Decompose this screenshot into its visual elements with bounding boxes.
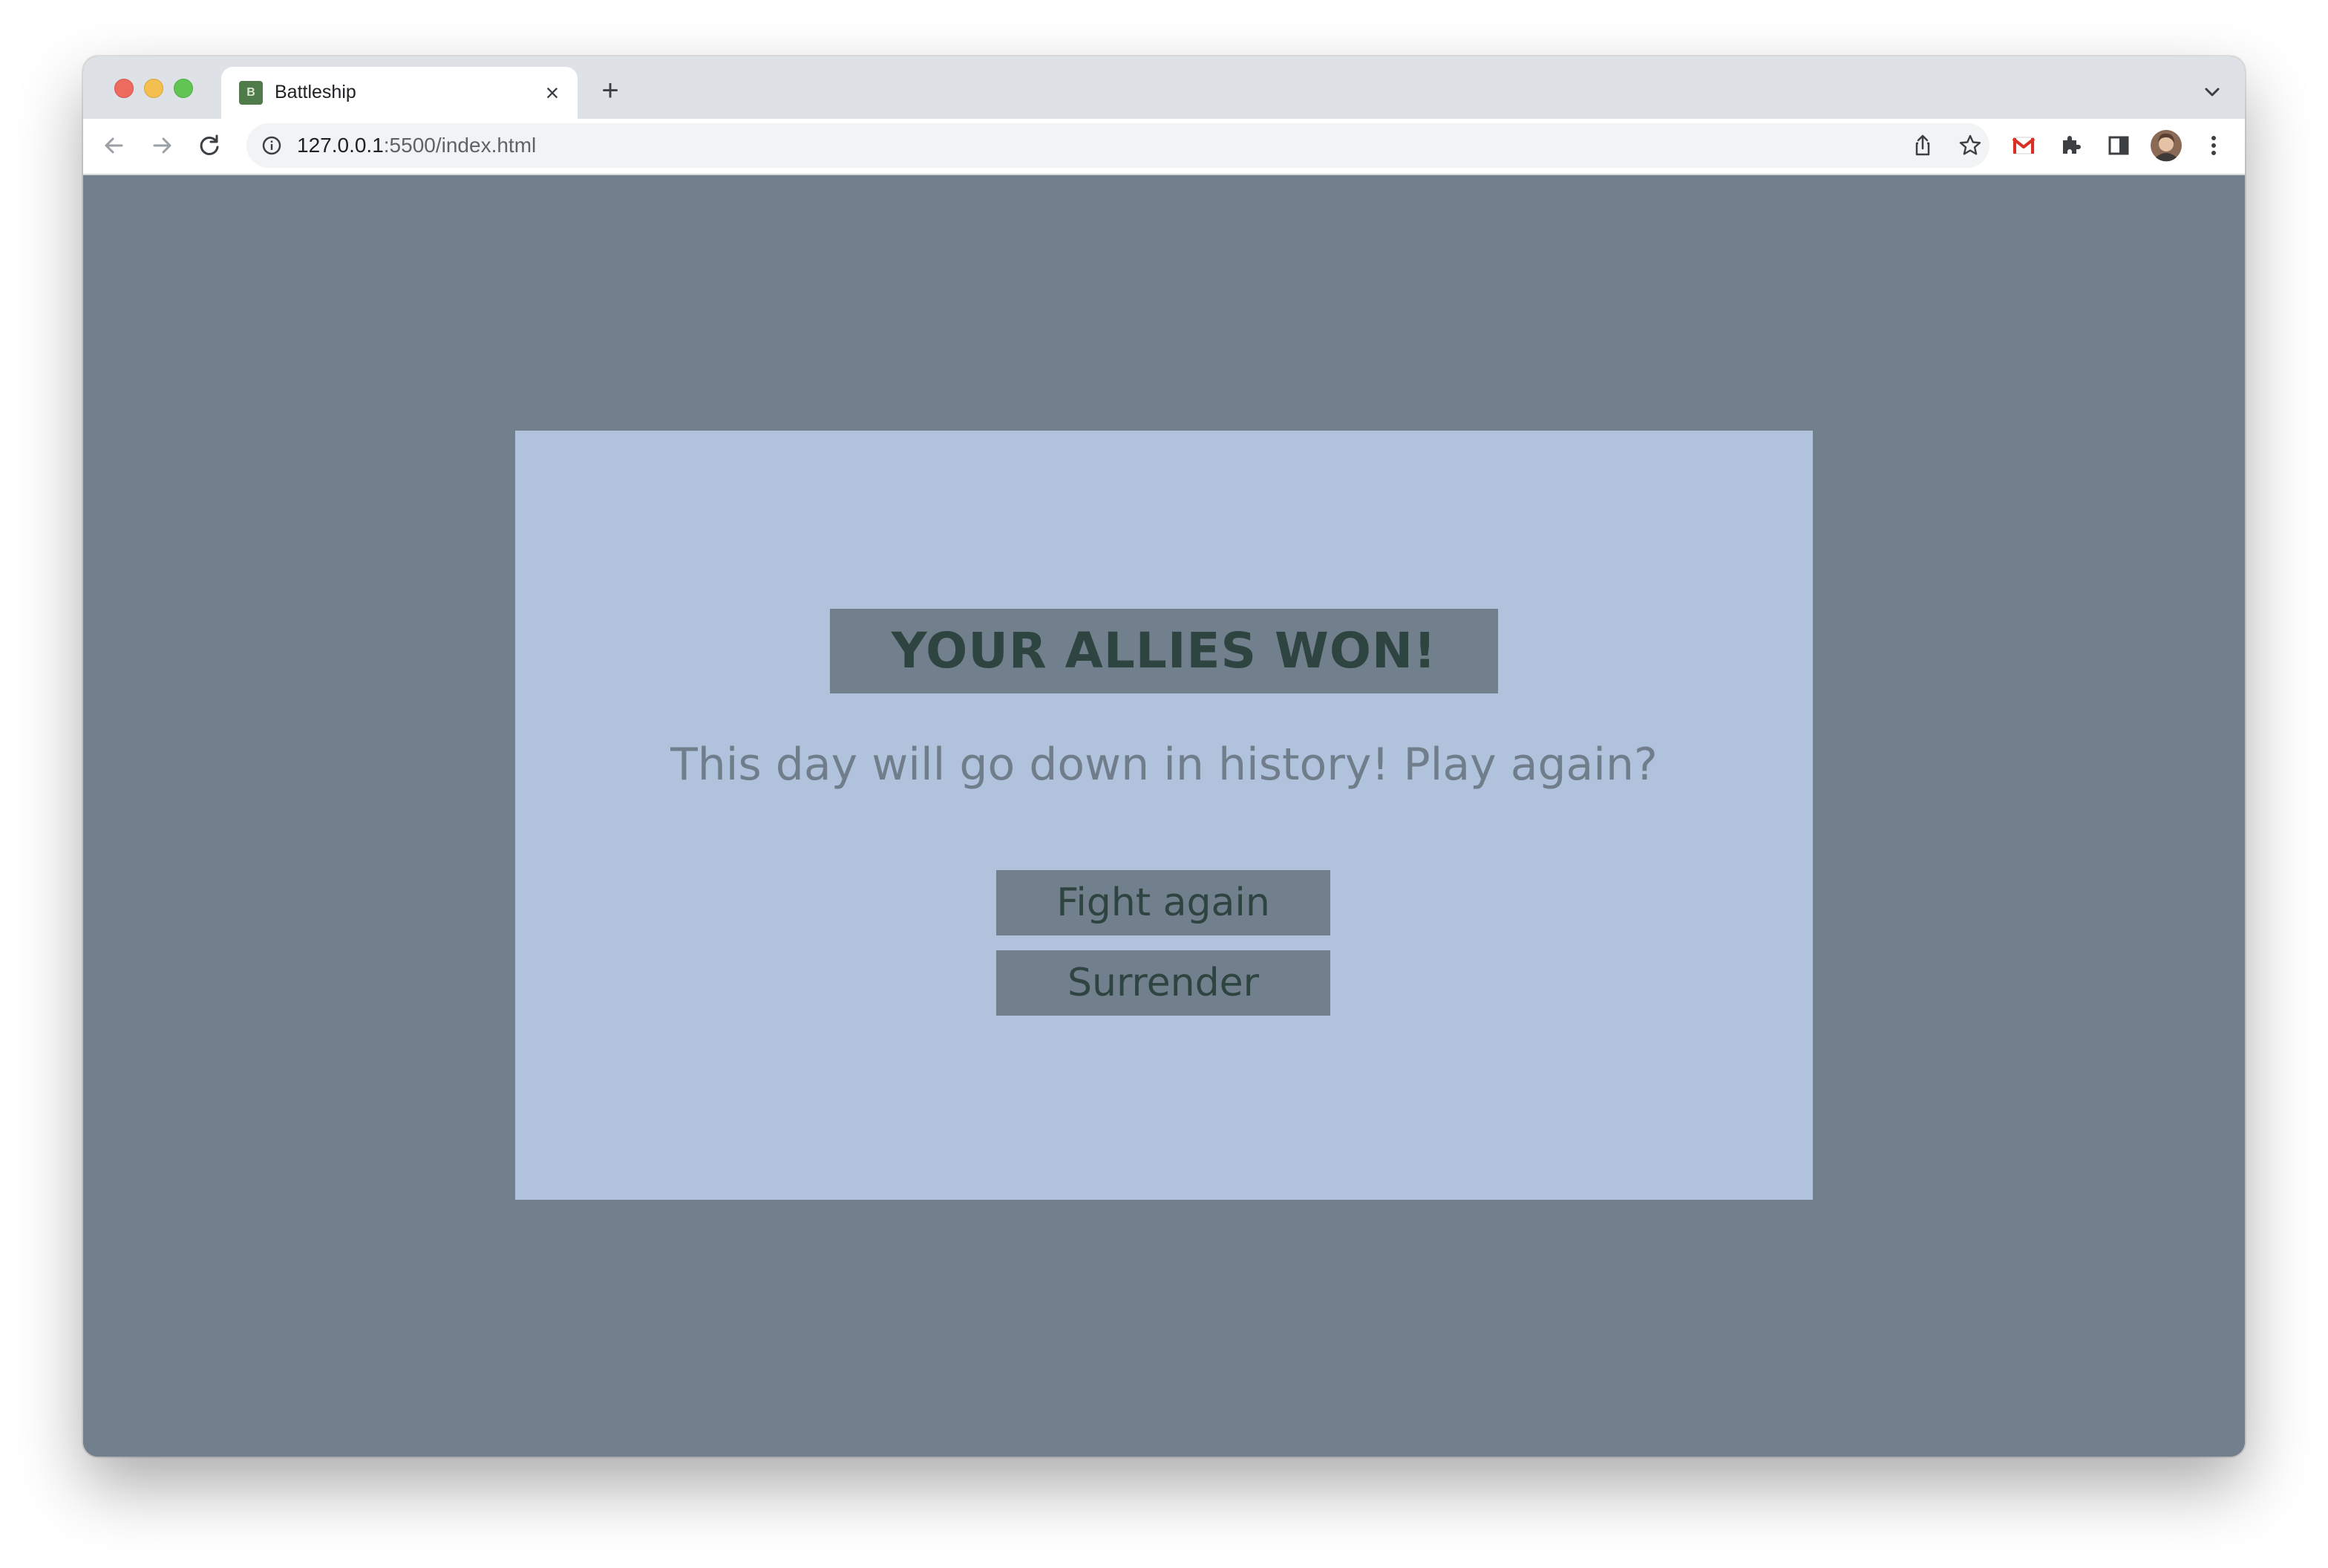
star-icon[interactable] (1957, 132, 1984, 159)
address-bar[interactable]: 127.0.0.1:5500/index.html (246, 123, 1989, 168)
maximize-window-button[interactable] (174, 79, 193, 98)
extensions-icon[interactable] (2052, 126, 2090, 165)
close-window-button[interactable] (114, 79, 134, 98)
gmail-icon[interactable] (2004, 126, 2043, 165)
browser-toolbar: 127.0.0.1:5500/index.html (83, 119, 2245, 175)
favicon-icon: B (239, 81, 263, 105)
tab-battleship[interactable]: B Battleship × (221, 67, 578, 119)
new-tab-button[interactable]: + (592, 74, 628, 110)
reload-icon[interactable] (190, 126, 229, 165)
url-text: 127.0.0.1:5500/index.html (297, 134, 536, 157)
url-host: 127.0.0.1 (297, 134, 384, 157)
back-icon[interactable] (95, 126, 134, 165)
result-title: YOUR ALLIES WON! (830, 609, 1498, 693)
browser-window: B Battleship × + 127.0.0.1:5500/index.ht… (83, 56, 2245, 1457)
page-viewport: YOUR ALLIES WON! This day will go down i… (83, 175, 2245, 1457)
result-message: This day will go down in history! Play a… (670, 739, 1658, 791)
url-path: :5500/index.html (383, 134, 537, 157)
info-icon[interactable] (260, 134, 284, 157)
sidebar-icon[interactable] (2099, 126, 2138, 165)
tab-title: Battleship (275, 82, 356, 102)
forward-icon[interactable] (143, 126, 181, 165)
tab-list-icon[interactable] (2197, 77, 2227, 107)
close-tab-icon[interactable]: × (537, 78, 567, 108)
game-over-modal: YOUR ALLIES WON! This day will go down i… (515, 431, 1813, 1200)
surrender-button[interactable]: Surrender (996, 950, 1330, 1016)
minimize-window-button[interactable] (144, 79, 163, 98)
fight-again-button[interactable]: Fight again (996, 870, 1330, 935)
avatar[interactable] (2147, 126, 2185, 165)
menu-icon[interactable] (2194, 126, 2233, 165)
share-icon[interactable] (1909, 132, 1936, 159)
tab-strip: B Battleship × + (83, 56, 2245, 119)
